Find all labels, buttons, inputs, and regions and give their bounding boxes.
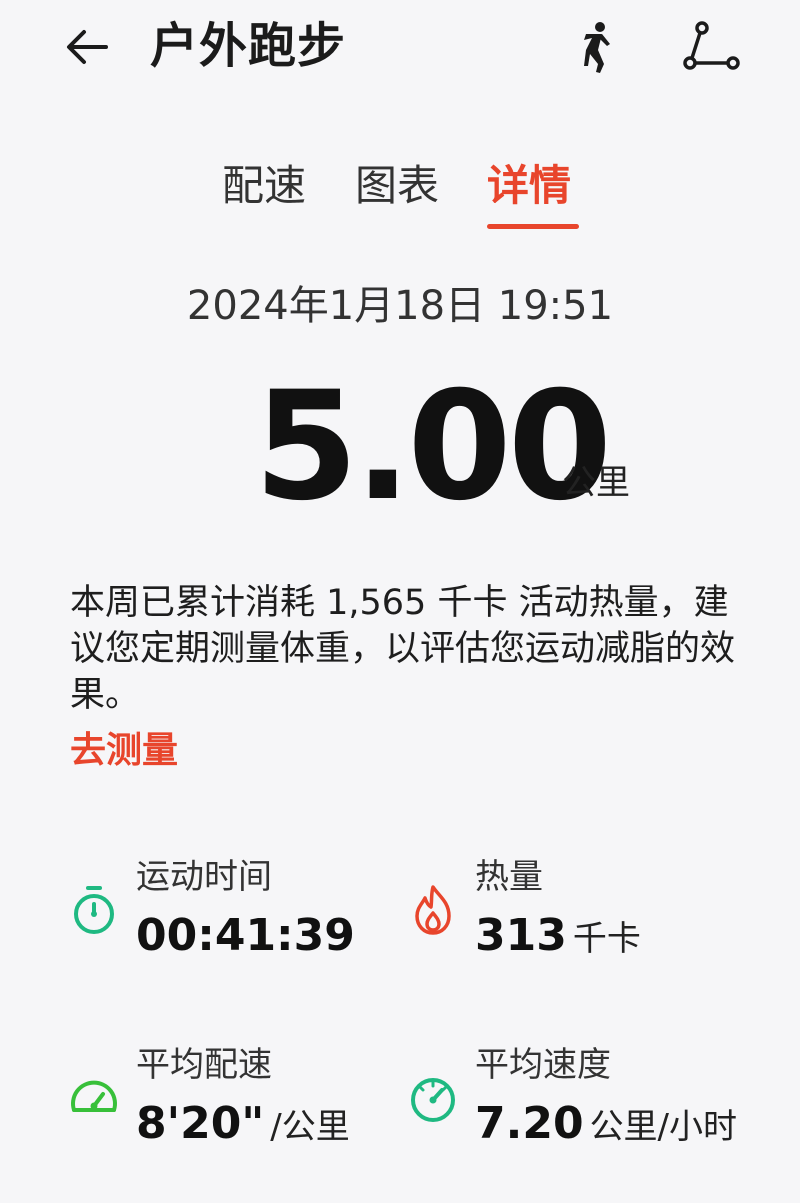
stat-average-pace: 平均配速 8'20"/公里 bbox=[66, 1040, 406, 1170]
speed-value-row: 7.20 公里/小时 bbox=[475, 1094, 737, 1157]
tab-detail[interactable]: 详情 bbox=[487, 156, 571, 216]
duration-value-row: 00:41:39 bbox=[136, 906, 355, 966]
stopwatch-icon bbox=[74, 886, 114, 934]
speed-label: 平均速度 bbox=[475, 1045, 611, 1085]
arrow-left-icon bbox=[67, 30, 108, 64]
tab-bar: 配速 图表 详情 bbox=[0, 150, 800, 240]
tab-chart[interactable]: 图表 bbox=[355, 156, 439, 216]
gauge-icon bbox=[411, 1078, 455, 1122]
back-button[interactable] bbox=[60, 22, 120, 72]
stat-duration: 运动时间 00:41:39 bbox=[66, 852, 406, 982]
pace-value-row: 8'20"/公里 bbox=[136, 1094, 350, 1157]
speed-value: 7.20 bbox=[475, 1098, 584, 1149]
stat-average-speed: 平均速度 7.20 公里/小时 bbox=[405, 1040, 745, 1170]
pace-value: 8'20" bbox=[136, 1098, 265, 1149]
route-share-icon bbox=[683, 21, 740, 70]
distance-unit: 公里 bbox=[562, 463, 630, 503]
weight-tip-text: 本周已累计消耗 1,565 千卡 活动热量，建议您定期测量体重，以评估您运动减脂… bbox=[70, 583, 736, 715]
calories-label: 热量 bbox=[475, 857, 543, 897]
workout-datetime: 2024年1月18日 19:51 bbox=[186, 283, 614, 329]
speedometer-icon bbox=[71, 1080, 117, 1112]
route-share-button[interactable] bbox=[680, 20, 742, 72]
speed-unit: 公里/小时 bbox=[589, 1107, 738, 1147]
measure-link[interactable]: 去测量 bbox=[70, 726, 178, 776]
runner-button[interactable] bbox=[570, 20, 620, 76]
distance-value: 5.00 bbox=[254, 360, 612, 534]
duration-label: 运动时间 bbox=[136, 857, 272, 897]
flame-icon bbox=[415, 885, 451, 935]
duration-value: 00:41:39 bbox=[136, 910, 355, 961]
calories-value-row: 313 千卡 bbox=[475, 906, 641, 969]
active-tab-indicator bbox=[487, 224, 579, 229]
page-title: 户外跑步 bbox=[150, 18, 347, 74]
calories-value: 313 bbox=[475, 910, 567, 961]
calories-unit: 千卡 bbox=[572, 919, 641, 959]
pace-label: 平均配速 bbox=[136, 1045, 272, 1085]
top-bar: 户外跑步 bbox=[0, 0, 800, 100]
tab-pace[interactable]: 配速 bbox=[222, 156, 306, 216]
runner-icon bbox=[584, 22, 610, 73]
pace-unit: /公里 bbox=[270, 1107, 350, 1147]
stat-calories: 热量 313 千卡 bbox=[405, 852, 745, 982]
